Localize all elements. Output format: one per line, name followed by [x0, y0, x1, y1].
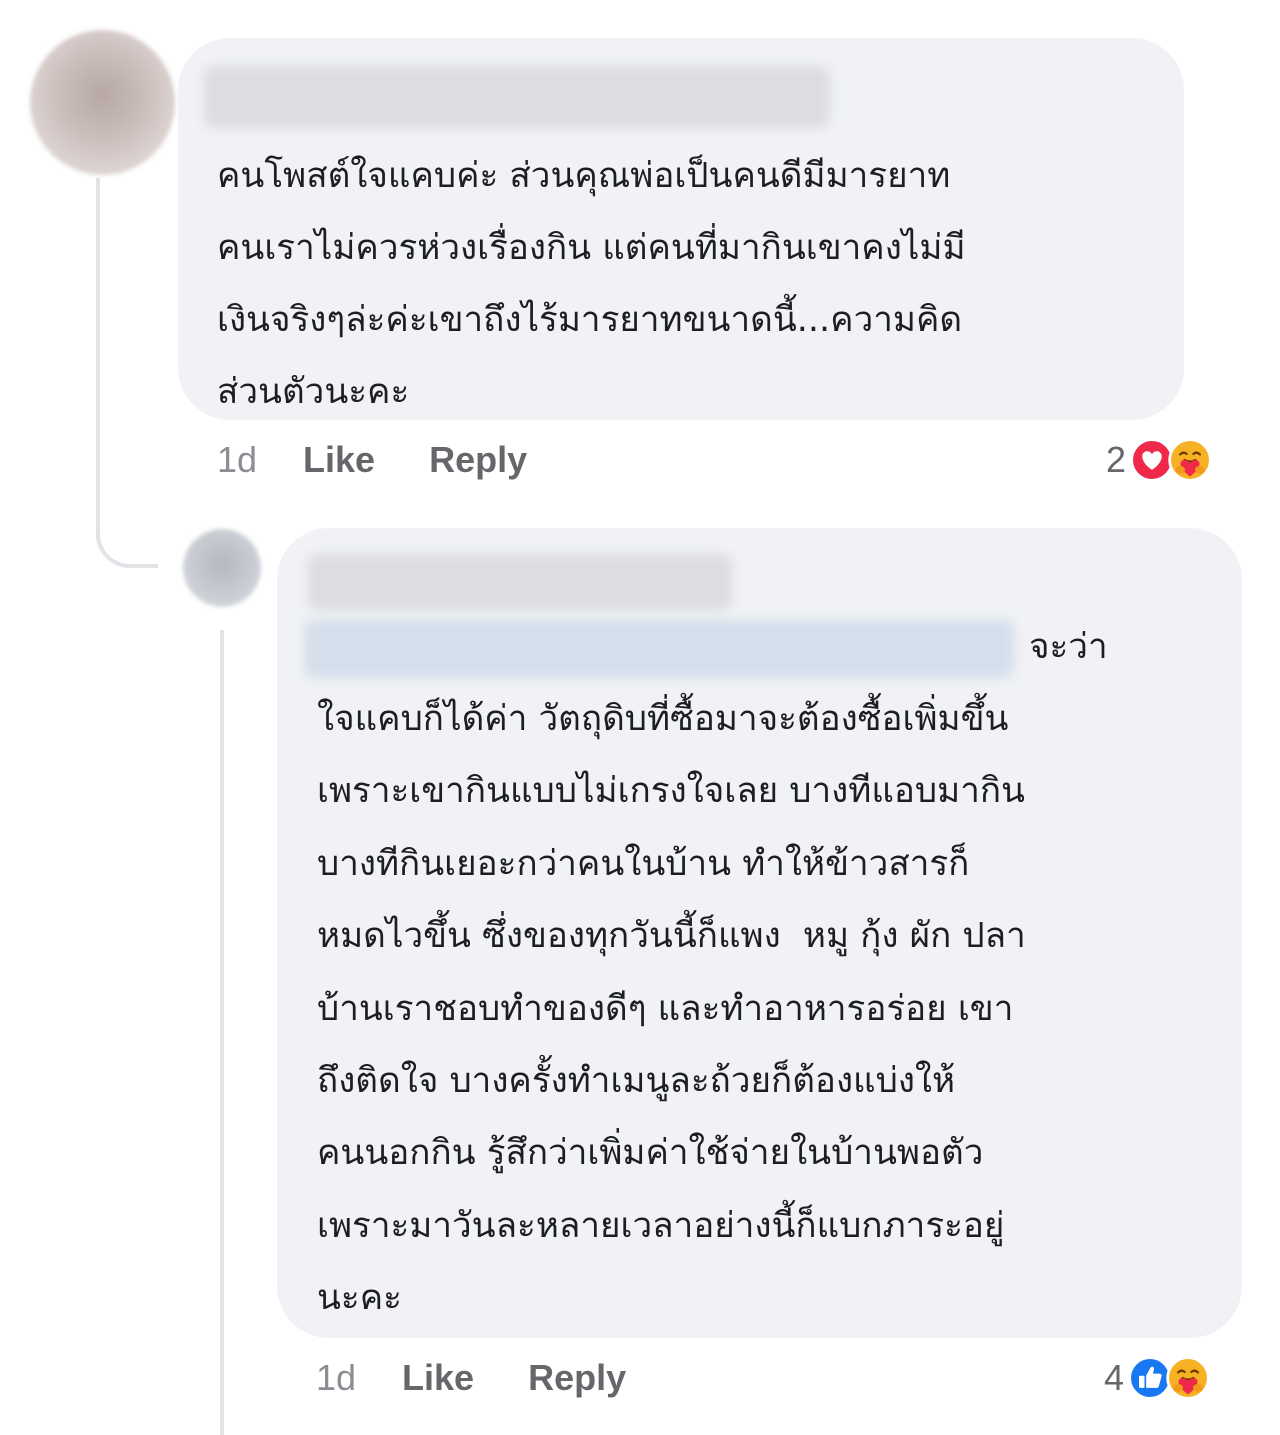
like-button[interactable]: Like	[402, 1357, 474, 1399]
comment-actions: 1d Like Reply	[316, 1356, 626, 1400]
care-icon	[1166, 1356, 1210, 1400]
comment-text-first-line: จะว่า	[1029, 627, 1108, 667]
avatar[interactable]	[30, 30, 175, 175]
like-button[interactable]: Like	[303, 439, 375, 481]
commenter-name-blurred[interactable]	[204, 66, 830, 128]
reply-button[interactable]: Reply	[429, 439, 527, 481]
reply-thread-line	[220, 630, 224, 1435]
comment-text: คนโพสต์ใจแคบค่ะ ส่วนคุณพ่อเป็นคนดีมีมารย…	[217, 156, 966, 412]
comment-timestamp: 1d	[217, 439, 258, 480]
comment-timestamp: 1d	[316, 1357, 357, 1398]
comment-thread: คนโพสต์ใจแคบค่ะ ส่วนคุณพ่อเป็นคนดีมีมารย…	[0, 0, 1280, 1435]
care-icon	[1168, 438, 1212, 482]
avatar[interactable]	[183, 529, 261, 607]
reaction-count: 4	[1104, 1357, 1125, 1398]
reply-button[interactable]: Reply	[528, 1357, 626, 1399]
reaction-summary[interactable]: 2	[1106, 436, 1212, 484]
commenter-name-blurred[interactable]	[308, 554, 732, 610]
comment-text: จะว่า ใจแคบก็ได้ค่า วัตถุดิบที่ซื้อมาจะต้…	[317, 627, 1108, 1335]
reaction-count: 2	[1106, 439, 1127, 480]
mention-tag-blurred[interactable]	[304, 620, 1014, 678]
thread-connector-line	[96, 178, 100, 538]
reaction-summary[interactable]: 4	[1104, 1354, 1210, 1402]
thread-connector-curve	[96, 500, 158, 568]
comment-actions: 1d Like Reply	[217, 438, 527, 482]
